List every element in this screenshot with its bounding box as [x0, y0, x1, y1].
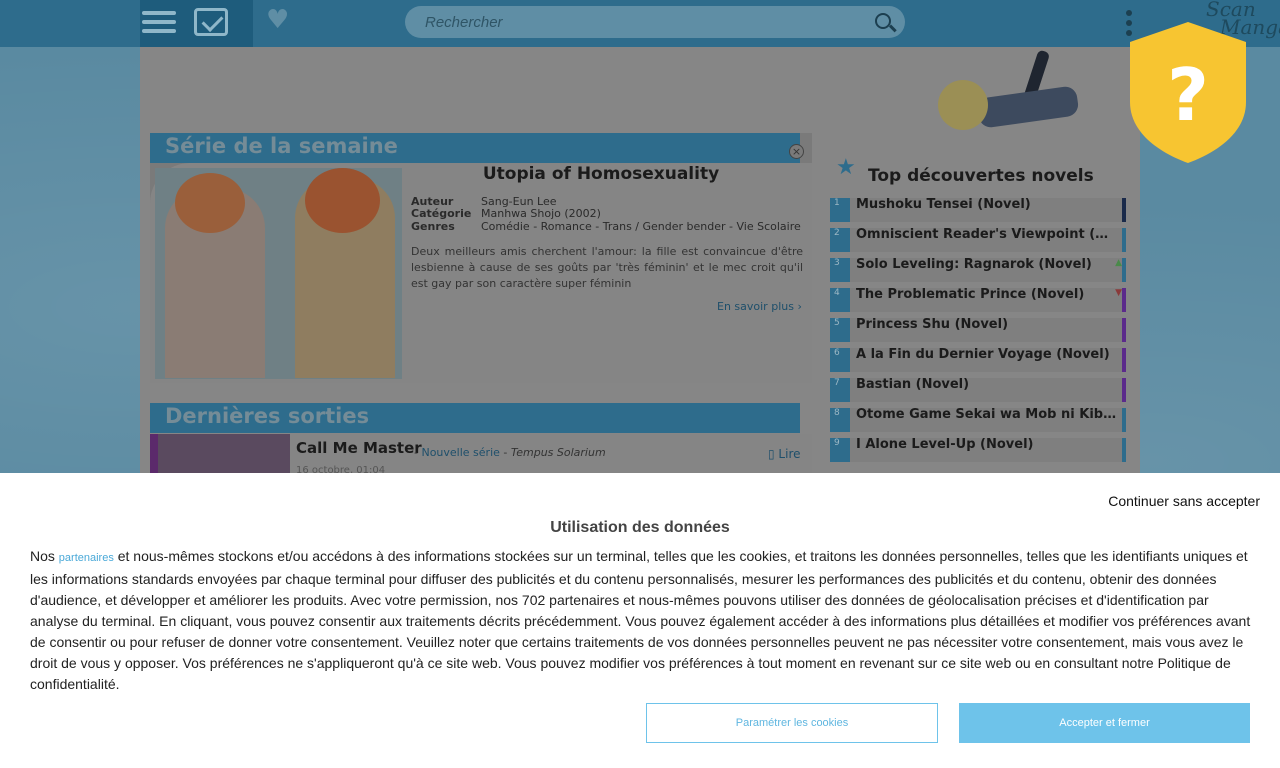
novel-title[interactable]: I Alone Level-Up (Novel)	[856, 437, 1118, 452]
star-icon: ★	[836, 155, 856, 180]
search-input[interactable]	[425, 6, 865, 38]
release-title[interactable]: Call Me Master	[296, 439, 422, 457]
consent-title: Utilisation des données	[550, 519, 730, 536]
meta-key: Catégorie	[411, 207, 472, 220]
novel-title[interactable]: Solo Leveling: Ragnarok (Novel)	[856, 257, 1118, 272]
rank-badge: 5	[830, 318, 850, 342]
rank-badge: 3	[830, 258, 850, 282]
heart-icon[interactable]: ♥	[266, 7, 289, 33]
type-flag	[1122, 438, 1126, 462]
list-item[interactable]: 3 Solo Leveling: Ragnarok (Novel) ▲	[830, 255, 1132, 285]
rank-badge: 9	[830, 438, 850, 462]
series-genres: Genres Comédie - Romance - Trans / Gender…	[411, 220, 811, 233]
list-item[interactable]: Call Me Master - Nouvelle série - Tempus…	[150, 434, 812, 476]
type-flag	[1122, 348, 1126, 372]
rank-badge: 4	[830, 288, 850, 312]
banner-illustration	[938, 49, 1088, 134]
list-item[interactable]: 2 Omniscient Reader's Viewpoint (Novel)	[830, 225, 1132, 255]
type-flag	[1122, 318, 1126, 342]
consent-body: Nos partenaires et nous-mêmes stockons e…	[30, 546, 1255, 695]
release-meta: - Nouvelle série - Tempus Solarium	[414, 446, 606, 459]
series-cover-image[interactable]	[155, 168, 402, 379]
meta-value: Comédie - Romance - Trans / Gender bende…	[481, 220, 801, 233]
list-item[interactable]: 8 Otome Game Sekai wa Mob ni Kibishii Sek…	[830, 405, 1132, 435]
top-novels-list: 1 Mushoku Tensei (Novel) 2 Omniscient Reade…	[830, 195, 1132, 465]
release-tag[interactable]: Nouvelle série	[421, 446, 499, 459]
read-button[interactable]: ▯ Lire	[768, 447, 801, 461]
rank-badge: 7	[830, 378, 850, 402]
read-more-link[interactable]: En savoir plus ›	[717, 300, 802, 313]
consent-body-text: et nous-mêmes stockons et/ou accédons à …	[30, 548, 1251, 692]
list-item[interactable]: 4 The Problematic Prince (Novel) ▼	[830, 285, 1132, 315]
series-of-week-header: Série de la semaine	[150, 133, 800, 163]
partners-link[interactable]: partenaires	[59, 552, 114, 564]
trend-down-icon: ▼	[1115, 288, 1122, 298]
type-flag	[1122, 378, 1126, 402]
list-item[interactable]: 6 A la Fin du Dernier Voyage (Novel)	[830, 345, 1132, 375]
release-team[interactable]: Tempus Solarium	[511, 446, 606, 459]
type-flag	[1122, 198, 1126, 222]
mail-icon[interactable]	[194, 8, 228, 36]
type-flag	[1122, 408, 1126, 432]
novel-title[interactable]: A la Fin du Dernier Voyage (Novel)	[856, 347, 1118, 362]
type-flag	[1122, 258, 1126, 282]
novel-title[interactable]: Otome Game Sekai wa Mob ni Kibishii Seka…	[856, 407, 1118, 422]
list-item[interactable]: 7 Bastian (Novel)	[830, 375, 1132, 405]
list-item[interactable]: 1 Mushoku Tensei (Novel)	[830, 195, 1132, 225]
close-icon[interactable]: ×	[789, 144, 804, 159]
cookie-settings-button[interactable]: Paramétrer les cookies	[646, 703, 938, 743]
series-of-week-heading: Série de la semaine	[165, 134, 398, 158]
accept-and-close-button[interactable]: Accepter et fermer	[959, 703, 1250, 743]
novel-title[interactable]: The Problematic Prince (Novel)	[856, 287, 1118, 302]
meta-value: Manhwa Shojo (2002)	[481, 207, 601, 220]
menu-icon[interactable]	[142, 8, 176, 38]
rank-badge: 2	[830, 228, 850, 252]
search-icon[interactable]	[875, 13, 891, 29]
read-label: Lire	[778, 447, 801, 461]
list-item[interactable]: 9 I Alone Level-Up (Novel)	[830, 435, 1132, 465]
rank-badge: 6	[830, 348, 850, 372]
series-title[interactable]: Utopia of Homosexuality	[410, 164, 792, 184]
latest-releases-heading: Dernières sorties	[165, 404, 370, 428]
novel-title[interactable]: Mushoku Tensei (Novel)	[856, 197, 1118, 212]
consent-body-prefix: Nos	[30, 548, 59, 564]
svg-text:?: ?	[1167, 53, 1209, 137]
novel-title[interactable]: Omniscient Reader's Viewpoint (Novel)	[856, 227, 1118, 242]
novel-title[interactable]: Princess Shu (Novel)	[856, 317, 1118, 332]
type-flag	[1122, 288, 1126, 312]
series-synopsis: Deux meilleurs amis cherchent l'amour: l…	[411, 245, 803, 290]
type-flag	[1122, 228, 1126, 252]
search-bar	[405, 6, 905, 38]
continue-without-accepting-link[interactable]: Continuer sans accepter	[1108, 493, 1260, 509]
rank-badge: 1	[830, 198, 850, 222]
release-thumbnail[interactable]	[150, 434, 290, 474]
novel-title[interactable]: Bastian (Novel)	[856, 377, 1118, 392]
trend-up-icon: ▲	[1115, 258, 1122, 268]
shield-question-icon[interactable]: ?	[1126, 20, 1250, 165]
consent-dialog: Continuer sans accepter Utilisation des …	[0, 473, 1280, 768]
meta-key: Genres	[411, 220, 455, 233]
rank-badge: 8	[830, 408, 850, 432]
latest-releases-header: Dernières sorties	[150, 403, 800, 433]
top-novels-heading: Top découvertes novels	[868, 166, 1094, 186]
list-item[interactable]: 5 Princess Shu (Novel)	[830, 315, 1132, 345]
series-meta: Auteur Sang-Eun Lee Catégorie Manhwa Shojo…	[411, 196, 601, 220]
